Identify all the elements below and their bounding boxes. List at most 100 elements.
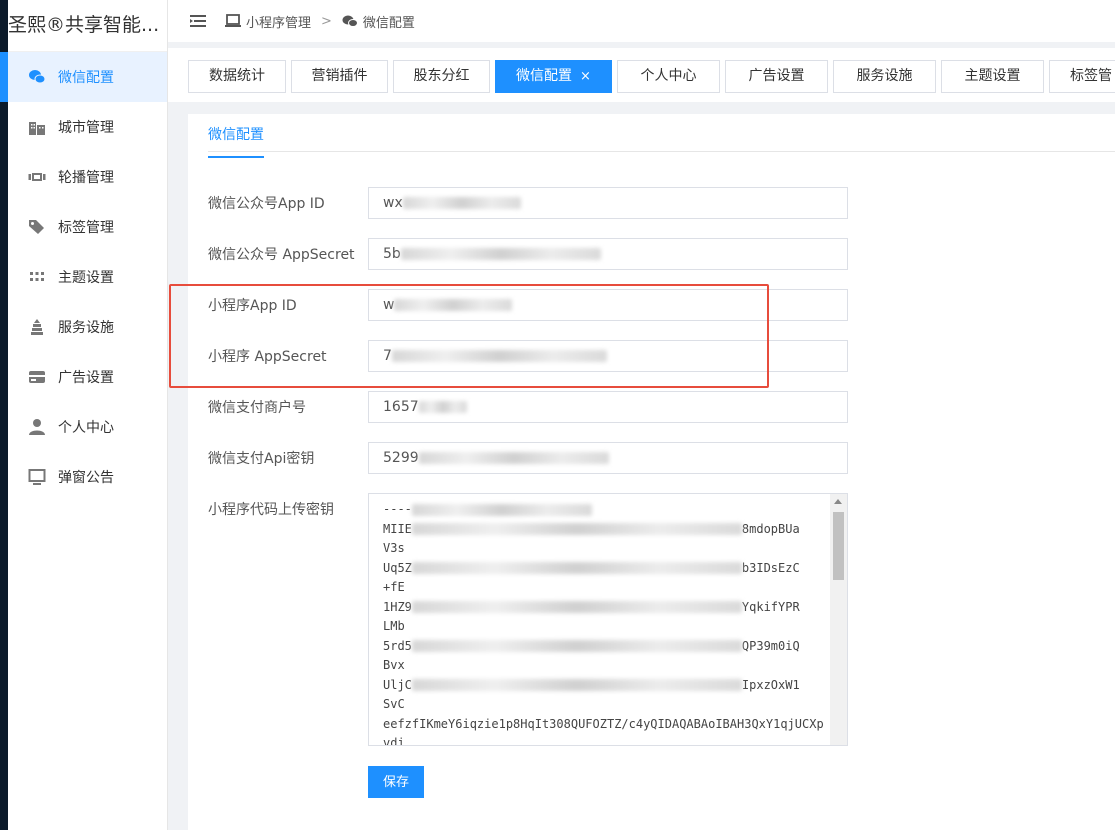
tab-ads[interactable]: 广告设置: [725, 60, 828, 93]
sidebar-item-label: 个人中心: [58, 420, 114, 436]
input-visible-prefix: w: [383, 297, 395, 313]
subtab-wechat-config[interactable]: 微信配置: [208, 124, 264, 158]
breadcrumb-current: 微信配置: [362, 15, 415, 31]
mp-secret-input[interactable]: 5b: [368, 238, 848, 270]
sidebar-item-carousel[interactable]: 轮播管理: [8, 152, 167, 202]
card-icon: [28, 368, 46, 386]
subtab-divider: [208, 151, 1115, 152]
tab-wechat-config[interactable]: 微信配置 ×: [495, 60, 612, 93]
sidebar-item-facilities[interactable]: 服务设施: [8, 302, 167, 352]
facility-icon: [28, 318, 46, 336]
scroll-up-arrow-icon[interactable]: [834, 499, 842, 504]
tab-facilities[interactable]: 服务设施: [833, 60, 936, 93]
tab-data-stats[interactable]: 数据统计: [188, 60, 286, 93]
key-line: Bvx: [383, 656, 823, 676]
field-row-mp-appid: 微信公众号App ID wx: [208, 187, 848, 219]
user-icon: [28, 418, 46, 436]
redacted-value: [402, 197, 521, 209]
wechat-chat-icon: [28, 68, 46, 86]
api-key-input[interactable]: 5299: [368, 442, 848, 474]
sidebar-item-wechat-config[interactable]: 微信配置: [8, 52, 167, 102]
menu-toggle-icon[interactable]: [190, 14, 211, 28]
key-line: eefzfIKmeY6iqzie1p8HqIt308QUFOZTZ/c4yQID…: [383, 715, 824, 735]
sidebar-item-label: 广告设置: [58, 370, 114, 386]
grid-icon: [28, 268, 46, 286]
field-label: 微信支付Api密钥: [208, 451, 315, 467]
key-line-visible-start: SvC: [383, 697, 405, 711]
upload-key-textarea[interactable]: ---- MIIE 8mdopBUa V3s Uq5Z b3IDsEzC +fE 1HZ9 Yq…: [368, 493, 848, 746]
save-button[interactable]: 保存: [368, 766, 424, 798]
field-row-api-key: 微信支付Api密钥 5299: [208, 442, 848, 474]
key-line-visible-end: QP39m0iQ: [741, 638, 800, 653]
monitor-icon: [28, 468, 46, 486]
mini-appid-input[interactable]: w: [368, 289, 848, 321]
sidebar-item-profile[interactable]: 个人中心: [8, 402, 167, 452]
key-line-visible-start: Uq5Z: [383, 560, 412, 575]
redacted-value: [411, 503, 592, 516]
key-line-visible-start: UljC: [383, 677, 412, 692]
sidebar-item-city[interactable]: 城市管理: [8, 102, 167, 152]
tab-marketing[interactable]: 营销插件: [291, 60, 388, 93]
tab-dividends[interactable]: 股东分红: [393, 60, 490, 93]
sidebar-item-label: 服务设施: [58, 320, 114, 336]
sidebar-item-ads[interactable]: 广告设置: [8, 352, 167, 402]
tab-tags[interactable]: 标签管: [1049, 60, 1115, 93]
active-indicator: [0, 52, 8, 102]
redacted-value: [418, 401, 467, 413]
key-line: SvC: [383, 695, 823, 715]
redacted-value: [418, 452, 609, 464]
mp-appid-input[interactable]: wx: [368, 187, 848, 219]
main-content: 微信配置 微信公众号App ID wx 微信公众号 AppSecret 5b 小…: [188, 114, 1115, 830]
chat-icon: [342, 14, 363, 28]
key-line-visible-start: 1HZ9: [383, 599, 412, 614]
key-line-visible-start: MIIE: [383, 521, 412, 536]
input-visible-prefix: 7: [383, 348, 392, 364]
field-row-mch-id: 微信支付商户号 1657: [208, 391, 848, 423]
sidebar-item-tags[interactable]: 标签管理: [8, 202, 167, 252]
field-label: 小程序 AppSecret: [208, 349, 327, 365]
tab-theme[interactable]: 主题设置: [941, 60, 1044, 93]
key-line-visible-start: V3s: [383, 541, 405, 555]
sidebar-item-label: 主题设置: [58, 270, 114, 286]
redacted-value: [411, 562, 742, 574]
sidebar-item-label: 弹窗公告: [58, 470, 114, 486]
field-row-upload-key: 小程序代码上传密钥: [208, 493, 368, 525]
sidebar-item-theme[interactable]: 主题设置: [8, 252, 167, 302]
tab-bar: 数据统计 营销插件 股东分红 微信配置 × 个人中心 广告设置 服务设施 主题设置…: [168, 48, 1115, 102]
key-line-visible-start: 5rd5: [383, 638, 412, 653]
mch-id-input[interactable]: 1657: [368, 391, 848, 423]
input-visible-prefix: wx: [383, 195, 403, 211]
key-line-visible-start: Bvx: [383, 658, 405, 672]
carousel-icon: [28, 168, 46, 186]
key-line-visible-start: eefzfIKmeY6iqzie1p8HqIt308QUFOZTZ/c4yQID…: [383, 716, 824, 731]
key-line-visible-start: +fE: [383, 580, 405, 594]
sidebar-item-label: 城市管理: [58, 120, 114, 136]
redacted-value: [391, 350, 607, 362]
key-line: Uq5Z b3IDsEzC: [383, 559, 823, 579]
tab-profile[interactable]: 个人中心: [617, 60, 720, 93]
field-label: 小程序代码上传密钥: [208, 502, 334, 518]
top-bar: 小程序管理 > 微信配置: [168, 0, 1115, 42]
sidebar: 圣熙®共享智能... 微信配置 城市管理 轮播管理 标签管理 主题设置 服务设施: [8, 0, 168, 830]
input-visible-prefix: 5299: [383, 450, 419, 466]
field-label: 小程序App ID: [208, 298, 297, 314]
close-icon[interactable]: ×: [580, 69, 591, 84]
key-line: LMb: [383, 617, 823, 637]
redacted-value: [400, 248, 601, 260]
tab-label: 微信配置: [516, 68, 573, 84]
key-line: 5rd5 QP39m0iQ: [383, 637, 823, 657]
brand-title: 圣熙®共享智能...: [8, 0, 167, 52]
mini-secret-input[interactable]: 7: [368, 340, 848, 372]
key-line: MIIE 8mdopBUa: [383, 520, 823, 540]
textarea-scrollbar[interactable]: [830, 494, 847, 745]
breadcrumb-separator: >: [321, 13, 332, 29]
redacted-value: [411, 679, 742, 691]
key-line: UljC IpxzOxW1: [383, 676, 823, 696]
sidebar-item-popup-notice[interactable]: 弹窗公告: [8, 452, 167, 502]
breadcrumb-parent[interactable]: 小程序管理: [246, 12, 311, 31]
scrollbar-thumb[interactable]: [833, 512, 844, 580]
key-line-visible-start: vdi: [383, 736, 405, 746]
field-row-mp-secret: 微信公众号 AppSecret 5b: [208, 238, 848, 270]
key-line: 1HZ9 YqkifYPR: [383, 598, 823, 618]
field-label: 微信公众号 AppSecret: [208, 247, 355, 263]
